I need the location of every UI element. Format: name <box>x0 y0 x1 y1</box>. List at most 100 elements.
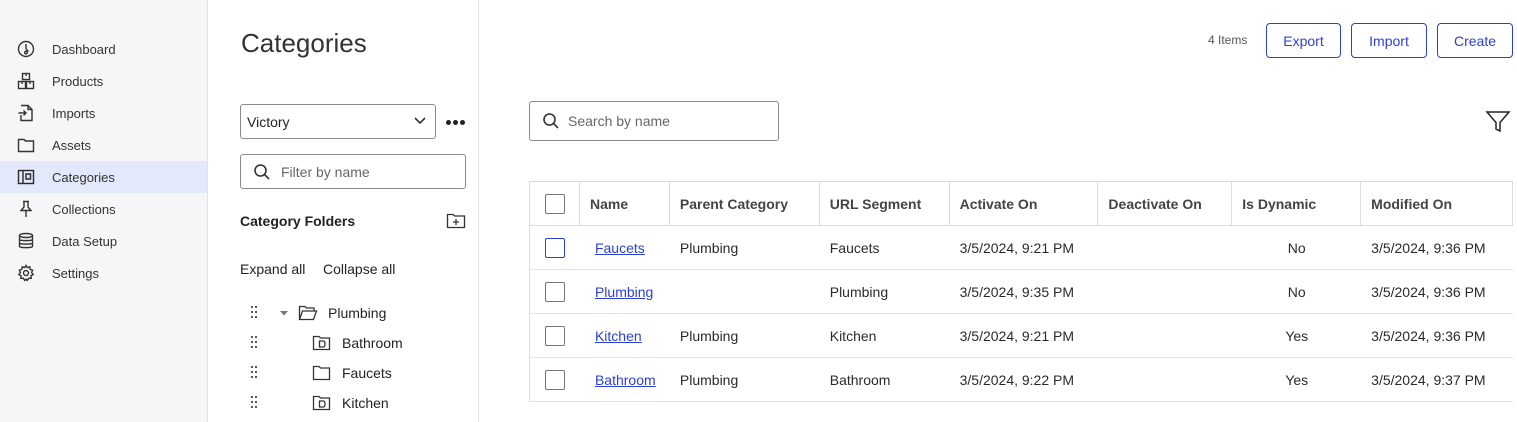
sidebar-item-imports[interactable]: Imports <box>0 97 207 129</box>
parent-category-cell: Plumbing <box>679 239 739 256</box>
sidebar-item-label: Products <box>52 73 104 89</box>
search-input[interactable] <box>568 113 768 129</box>
activate-on-cell: 3/5/2024, 9:35 PM <box>959 283 1075 300</box>
category-folders-heading: Category Folders <box>240 213 356 229</box>
imports-icon <box>17 104 35 122</box>
modified-on-cell: 3/5/2024, 9:36 PM <box>1371 283 1486 300</box>
modified-on-cell: 3/5/2024, 9:36 PM <box>1371 239 1486 256</box>
export-button[interactable]: Export <box>1266 23 1341 58</box>
table-header-row: Name Parent Category URL Segment Activat… <box>530 182 1513 226</box>
create-button[interactable]: Create <box>1437 23 1513 58</box>
sidebar-item-settings[interactable]: Settings <box>0 257 207 289</box>
dynamic-folder-icon <box>312 394 332 412</box>
more-dot-icon <box>459 119 465 125</box>
column-header-activate-on[interactable]: Activate On <box>950 182 1099 225</box>
sidebar-item-categories[interactable]: Categories <box>0 161 207 193</box>
column-header-name[interactable]: Name <box>580 182 670 225</box>
sidebar-item-collections[interactable]: Collections <box>0 193 207 225</box>
deactivate-on-cell <box>1098 358 1232 401</box>
tree-node-faucets[interactable]: Faucets <box>208 360 478 386</box>
drag-handle-icon[interactable] <box>250 306 260 320</box>
modified-on-cell: 3/5/2024, 9:36 PM <box>1371 327 1486 344</box>
database-icon <box>17 232 35 250</box>
url-segment-cell: Plumbing <box>829 283 889 300</box>
drag-handle-icon[interactable] <box>250 396 260 410</box>
tree-node-bathroom[interactable]: Bathroom <box>208 330 478 356</box>
tree-node-label: Bathroom <box>342 335 403 351</box>
collapse-all-link[interactable]: Collapse all <box>323 261 395 277</box>
sidebar-item-dashboard[interactable]: Dashboard <box>0 33 207 65</box>
activate-on-cell: 3/5/2024, 9:21 PM <box>959 327 1075 344</box>
filter-input[interactable] <box>281 163 451 180</box>
sidebar-item-label: Collections <box>52 201 116 217</box>
modified-on-cell: 3/5/2024, 9:37 PM <box>1371 371 1486 388</box>
is-dynamic-cell: No <box>1287 283 1306 300</box>
categories-table: Name Parent Category URL Segment Activat… <box>529 181 1513 402</box>
sidebar-item-products[interactable]: Products <box>0 65 207 97</box>
drag-handle-icon[interactable] <box>250 366 260 380</box>
select-all-checkbox[interactable] <box>545 193 565 214</box>
caret-down-icon[interactable] <box>279 308 289 318</box>
is-dynamic-cell: Yes <box>1285 327 1309 344</box>
name-cell: Bathroom <box>580 358 670 401</box>
add-folder-button[interactable] <box>446 212 466 230</box>
filter-button[interactable] <box>1485 109 1511 135</box>
row-select-cell <box>530 270 580 313</box>
import-button[interactable]: Import <box>1351 23 1427 58</box>
deactivate-on-cell <box>1098 314 1232 357</box>
row-checkbox[interactable] <box>545 281 565 302</box>
sidebar-item-label: Assets <box>52 137 92 153</box>
filter-field <box>240 154 466 189</box>
category-name-link[interactable]: Plumbing <box>595 284 653 300</box>
column-header-deactivate-on[interactable]: Deactivate On <box>1098 182 1233 225</box>
row-checkbox[interactable] <box>545 325 565 346</box>
category-name-link[interactable]: Faucets <box>595 240 645 256</box>
sidebar-item-label: Dashboard <box>52 41 116 57</box>
category-name-link[interactable]: Kitchen <box>595 328 642 344</box>
column-header-modified-on[interactable]: Modified On <box>1361 182 1513 225</box>
row-select-cell <box>530 314 580 357</box>
sidebar-item-assets[interactable]: Assets <box>0 129 207 161</box>
search-icon <box>254 163 270 180</box>
column-header-url-segment[interactable]: URL Segment <box>820 182 950 225</box>
category-name-link[interactable]: Bathroom <box>595 372 656 388</box>
is-dynamic-cell: Yes <box>1285 371 1309 388</box>
row-checkbox[interactable] <box>545 237 565 258</box>
pin-icon <box>17 200 35 218</box>
sidebar-item-label: Imports <box>52 105 96 121</box>
tree-node-kitchen[interactable]: Kitchen <box>208 390 478 416</box>
catalog-select[interactable]: Victory <box>240 104 436 139</box>
folder-open-icon <box>298 304 318 322</box>
tree-node-label: Faucets <box>342 365 392 381</box>
sidebar-item-label: Data Setup <box>52 233 118 249</box>
activate-on-cell: 3/5/2024, 9:21 PM <box>959 239 1075 256</box>
more-options-button[interactable] <box>443 110 467 134</box>
row-checkbox[interactable] <box>545 369 565 390</box>
add-folder-icon <box>446 213 466 229</box>
drag-handle-icon[interactable] <box>250 336 260 350</box>
is-dynamic-cell: No <box>1287 239 1306 256</box>
tree-node-plumbing[interactable]: Plumbing <box>208 300 478 326</box>
row-select-cell <box>530 226 580 269</box>
filter-funnel-icon <box>1485 111 1511 133</box>
category-tree-panel: Categories Victory Category Folders Expa… <box>208 0 479 422</box>
more-dot-icon <box>452 119 458 125</box>
item-count: 4 Items <box>1208 33 1248 47</box>
url-segment-cell: Bathroom <box>829 371 891 388</box>
parent-category-cell <box>670 270 820 313</box>
sidebar-item-data-setup[interactable]: Data Setup <box>0 225 207 257</box>
search-field <box>529 101 779 141</box>
products-icon <box>17 72 35 90</box>
sidebar-item-label: Settings <box>52 265 99 281</box>
column-header-parent-category[interactable]: Parent Category <box>670 182 820 225</box>
expand-all-link[interactable]: Expand all <box>240 261 305 277</box>
more-dot-icon <box>445 119 451 125</box>
column-header-is-dynamic[interactable]: Is Dynamic <box>1232 182 1362 225</box>
table-row: Kitchen Plumbing Kitchen 3/5/2024, 9:21 … <box>530 314 1513 358</box>
row-select-cell <box>530 358 580 401</box>
parent-category-cell: Plumbing <box>679 327 739 344</box>
name-cell: Kitchen <box>580 314 670 357</box>
sidebar-item-label: Categories <box>52 169 115 185</box>
name-cell: Faucets <box>580 226 670 269</box>
deactivate-on-cell <box>1098 226 1232 269</box>
